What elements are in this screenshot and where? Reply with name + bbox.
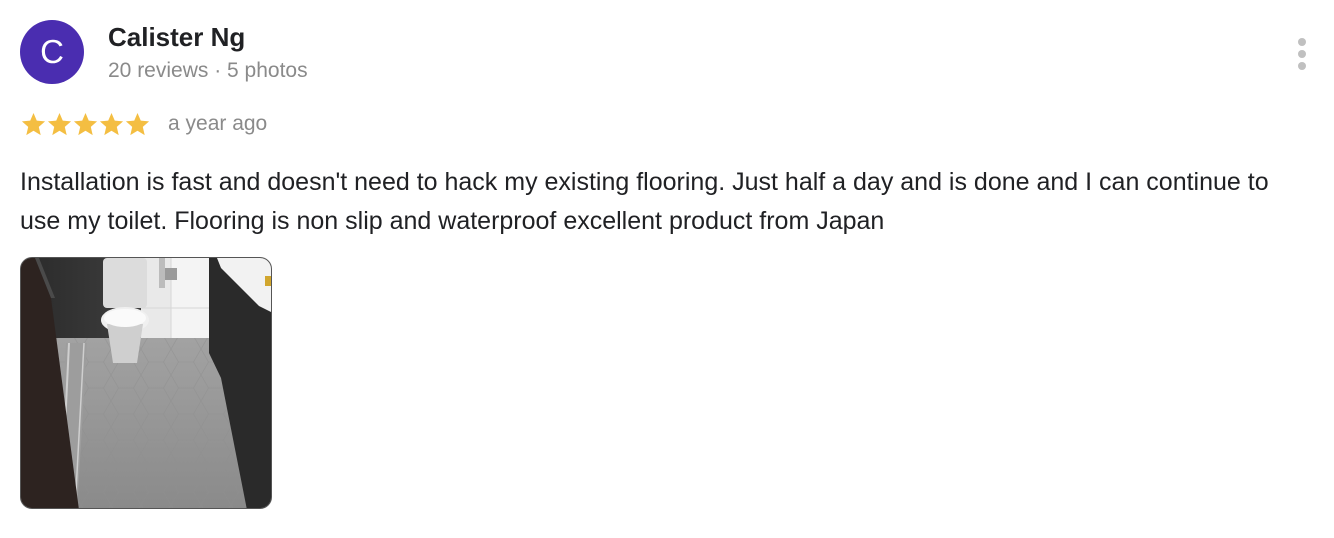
bathroom-photo-image (21, 258, 271, 508)
star-icon (47, 112, 72, 135)
more-vert-icon (1298, 38, 1306, 46)
star-icon (73, 112, 98, 135)
review-date: a year ago (168, 112, 268, 135)
star-rating (20, 111, 150, 138)
star-icon (21, 112, 46, 135)
review-photo[interactable] (20, 257, 272, 509)
star-icon (99, 112, 124, 135)
more-options-button[interactable] (1290, 34, 1314, 74)
star-icon (125, 112, 150, 135)
rating-row: a year ago (20, 108, 267, 140)
reviewer-meta[interactable]: 20 reviews · 5 photos (108, 57, 308, 85)
review-text: Installation is fast and doesn't need to… (20, 168, 1269, 235)
avatar-initial: C (40, 33, 64, 70)
avatar[interactable]: C (20, 20, 84, 84)
reviewer-name[interactable]: Calister Ng (108, 21, 245, 53)
review-card: C Calister Ng 20 reviews · 5 photos a ye… (0, 0, 1334, 538)
